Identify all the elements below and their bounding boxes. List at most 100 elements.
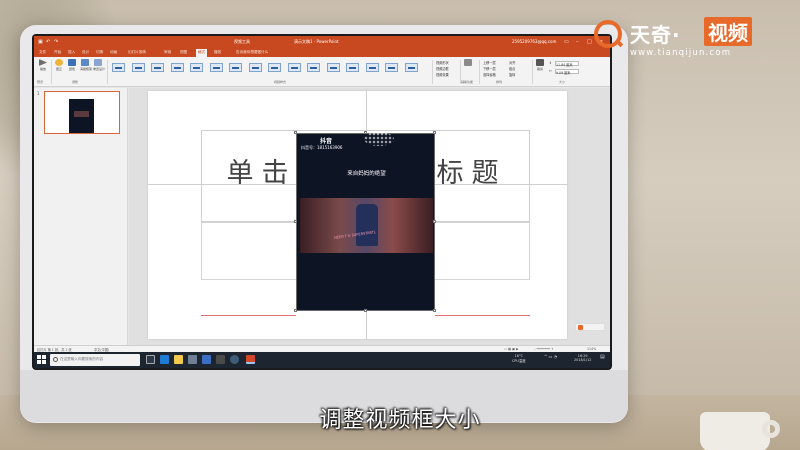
zoom-slider[interactable]: – ━━━━━━━ + [534, 347, 554, 351]
video-style-thumbnail[interactable] [190, 63, 203, 72]
slide-canvas: 单击此处添加标题 抖音 抖音号：1815163906 来自妈妈的绝望 NEED … [129, 88, 610, 345]
resize-handle-top-right[interactable] [433, 131, 436, 134]
resize-handle-bottom[interactable] [364, 309, 367, 312]
group-label-accessibility: 辅助功能 [461, 80, 474, 84]
height-input[interactable]: 11.84 厘米 [555, 61, 579, 67]
video-style-thumbnail[interactable] [385, 63, 398, 72]
app-icon[interactable] [216, 355, 225, 364]
maximize-icon[interactable]: □ [587, 39, 592, 45]
slide[interactable]: 单击此处添加标题 抖音 抖音号：1815163906 来自妈妈的绝望 NEED … [148, 91, 567, 339]
powerpoint-taskbar-icon[interactable] [246, 355, 255, 364]
edge-icon[interactable] [160, 355, 169, 364]
video-style-thumbnail[interactable] [131, 63, 145, 72]
redo-icon[interactable]: ↷ [54, 39, 58, 45]
slide-thumbnail-pane: 1 [34, 88, 128, 345]
group-button[interactable]: 组合 [509, 66, 515, 71]
zoom-level[interactable]: 114% [587, 347, 596, 351]
width-input[interactable]: 9.09 厘米 [555, 69, 579, 75]
rotate-button[interactable]: 旋转 [509, 72, 515, 77]
resize-handle-top[interactable] [364, 131, 367, 134]
video-style-thumbnail[interactable] [209, 63, 223, 72]
notification-icon[interactable]: ▤ [600, 354, 605, 360]
video-style-thumbnail[interactable] [326, 63, 340, 72]
taskbar-search-placeholder: 在这里输入你要搜索的内容 [60, 357, 104, 361]
tell-me-search[interactable]: 告诉我你想要做什么 [234, 49, 270, 57]
bring-forward-button[interactable]: 上移一层 [483, 60, 496, 65]
slide-thumbnail[interactable] [44, 91, 120, 134]
task-view-icon[interactable] [146, 355, 155, 364]
tab-6[interactable]: 幻灯片放映 [126, 49, 148, 57]
video-style-thumbnail[interactable] [365, 63, 379, 72]
tab-7[interactable]: 审阅 [162, 49, 173, 57]
tab-4[interactable]: 切换 [94, 49, 105, 57]
watermark-logo: 天奇· 视频 www.tianqijun.com [594, 16, 794, 66]
width-label-icon: ↔ [549, 69, 552, 73]
video-style-thumbnail[interactable] [112, 63, 125, 72]
tab-9[interactable]: 格式 [196, 49, 208, 57]
taskbar: 在这里输入你要搜索的内容 16°C CPU温度 ^ ▭ ◔ 16:29 2018… [34, 352, 610, 368]
tab-10[interactable]: 播放 [212, 49, 223, 57]
video-style-thumbnail[interactable] [229, 63, 242, 72]
file-explorer-icon[interactable] [174, 355, 183, 364]
video-style-thumbnail[interactable] [170, 63, 184, 72]
tray-icons[interactable]: ^ ▭ ◔ [544, 354, 557, 359]
store-icon[interactable] [188, 355, 197, 364]
clock[interactable]: 16:29 2018/1/12 [574, 354, 591, 362]
save-icon[interactable]: ▣ [38, 39, 43, 45]
video-style-thumbnail[interactable] [346, 63, 359, 72]
view-buttons[interactable]: ▭ ▦ ▣ ▶ [504, 347, 519, 351]
weather-widget[interactable]: 16°C CPU温度 [512, 354, 526, 363]
color-button[interactable]: 颜色 [67, 59, 77, 73]
tab-3[interactable]: 设计 [80, 49, 91, 57]
video-style-thumbnail[interactable] [287, 63, 301, 72]
brand-url: www.tianqijun.com [630, 48, 732, 58]
taskbar-search[interactable]: 在这里输入你要搜索的内容 [50, 354, 140, 366]
clock-date: 2018/1/12 [574, 358, 592, 362]
poster-frame-button[interactable]: 海报框架 [80, 59, 92, 73]
align-button[interactable]: 对齐 [509, 60, 515, 65]
window-title: 演示文稿1 - PowerPoint [294, 39, 339, 44]
tab-0[interactable]: 文件 [37, 49, 48, 57]
resize-handle-bottom-right[interactable] [433, 309, 436, 312]
resize-handle-top-left[interactable] [294, 131, 297, 134]
video-border-button[interactable]: 视频边框 [436, 66, 449, 71]
ribbon-display-icon[interactable]: ▭ [564, 39, 569, 45]
selection-pane-button[interactable]: 选择窗格 [483, 72, 496, 77]
tab-8[interactable]: 视图 [178, 49, 189, 57]
tiktok-logo: 抖音 [320, 138, 333, 145]
windows-start-icon[interactable] [37, 355, 46, 364]
account-email[interactable]: 2595209763@qq.com [512, 39, 556, 44]
video-frame[interactable]: 抖音 抖音号：1815163906 来自妈妈的绝望 NEED F U SUPER… [296, 132, 435, 311]
brand-name-part1: 天奇· [630, 23, 681, 47]
ime-toolbar[interactable] [575, 323, 605, 331]
corrections-button[interactable]: 更正 [54, 59, 64, 73]
video-style-thumbnail[interactable] [404, 63, 418, 72]
video-style-thumbnail[interactable] [307, 63, 320, 72]
reset-design-button[interactable]: 重置设计 [93, 59, 105, 73]
tab-1[interactable]: 开始 [52, 49, 63, 57]
tab-5[interactable]: 动画 [108, 49, 119, 57]
thumbnail-video-preview [69, 99, 94, 133]
alt-text-button[interactable] [463, 59, 473, 73]
crop-button[interactable]: 裁剪 [535, 59, 545, 73]
group-label-video-styles: 视频样式 [274, 80, 287, 84]
clock-app-icon[interactable] [230, 355, 239, 364]
resize-handle-bottom-left[interactable] [294, 309, 297, 312]
undo-icon[interactable]: ↶ [46, 39, 50, 45]
send-backward-button[interactable]: 下移一层 [483, 66, 496, 71]
video-style-thumbnail[interactable] [248, 63, 262, 72]
minimize-icon[interactable]: – [576, 39, 579, 45]
video-style-thumbnail[interactable] [151, 63, 164, 72]
context-tab-label: 视频工具 [234, 39, 250, 44]
resize-handle-right[interactable] [433, 220, 436, 223]
resize-handle-left[interactable] [294, 220, 297, 223]
group-label-arrange: 排列 [496, 80, 503, 84]
video-style-thumbnail[interactable] [268, 63, 281, 72]
play-button[interactable]: 播放 [38, 59, 48, 73]
group-label-size: 大小 [559, 80, 566, 84]
tab-2[interactable]: 插入 [66, 49, 77, 57]
magnifier-logo-icon [594, 20, 622, 48]
video-shape-button[interactable]: 视频形状 [436, 60, 449, 65]
video-effects-button[interactable]: 视频效果 [436, 72, 449, 77]
mail-icon[interactable] [202, 355, 211, 364]
